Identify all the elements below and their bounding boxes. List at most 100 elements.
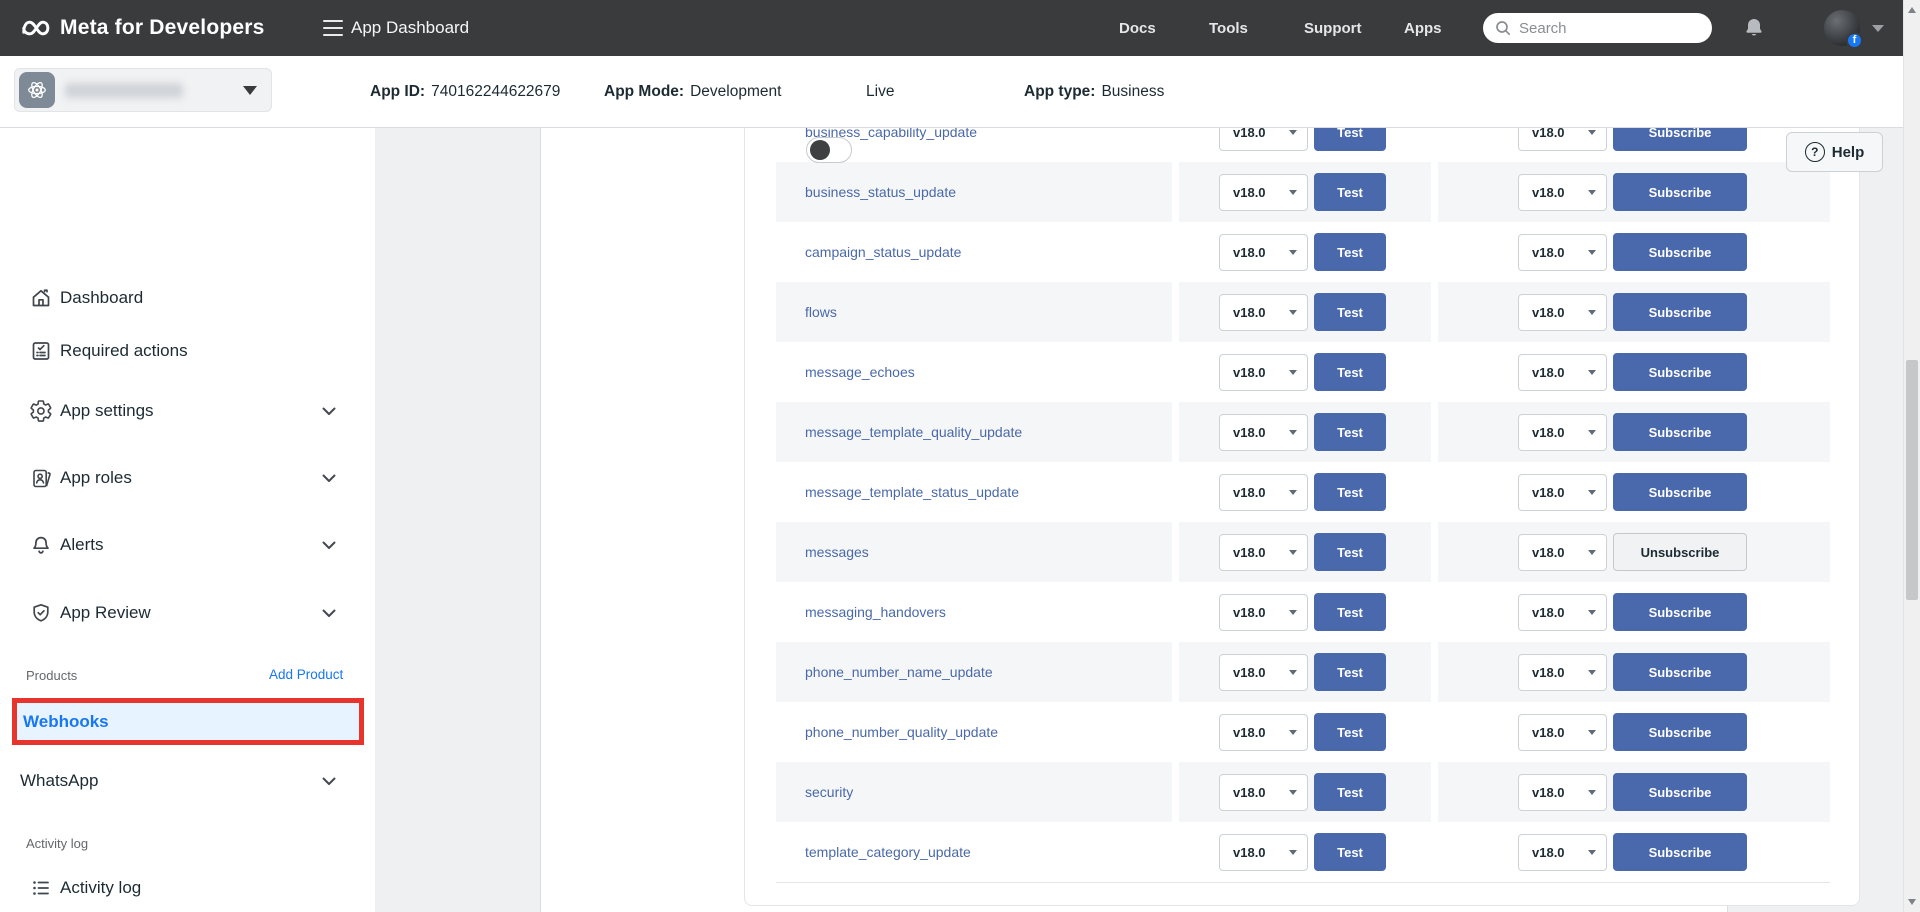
- webhook-field-link[interactable]: template_category_update: [805, 844, 971, 860]
- subscribe-button[interactable]: Subscribe: [1613, 413, 1747, 451]
- subscribe-version-dropdown[interactable]: v18.0: [1518, 354, 1607, 391]
- table-row: phone_number_name_updatev18.0Testv18.0Su…: [776, 642, 1830, 702]
- hamburger-menu-icon[interactable]: [323, 20, 343, 36]
- webhook-field-link[interactable]: messaging_handovers: [805, 604, 946, 620]
- subscribe-button[interactable]: Subscribe: [1613, 293, 1747, 331]
- nav-link-support[interactable]: Support: [1304, 0, 1362, 56]
- subscribe-button[interactable]: Subscribe: [1613, 773, 1747, 811]
- webhook-field-link[interactable]: phone_number_quality_update: [805, 724, 998, 740]
- subscription-cell: v18.0Subscribe: [1438, 702, 1830, 762]
- search-box[interactable]: [1483, 13, 1712, 43]
- subscribe-button[interactable]: Subscribe: [1613, 173, 1747, 211]
- version-value: v18.0: [1233, 545, 1266, 560]
- test-button[interactable]: Test: [1314, 773, 1386, 811]
- webhook-field-link[interactable]: message_echoes: [805, 364, 915, 380]
- caret-down-icon: [1289, 310, 1297, 315]
- subscribe-button[interactable]: Subscribe: [1613, 473, 1747, 511]
- subscribe-button[interactable]: Subscribe: [1613, 353, 1747, 391]
- test-button[interactable]: Test: [1314, 653, 1386, 691]
- help-button[interactable]: ? Help: [1786, 132, 1883, 172]
- version-value: v18.0: [1532, 365, 1565, 380]
- subscribe-button[interactable]: Subscribe: [1613, 233, 1747, 271]
- add-product-link[interactable]: Add Product: [269, 667, 343, 682]
- sidebar-item-webhooks-selected[interactable]: Webhooks: [12, 698, 364, 745]
- test-version-dropdown[interactable]: v18.0: [1219, 714, 1308, 751]
- subscribe-version-dropdown[interactable]: v18.0: [1518, 654, 1607, 691]
- subscribe-version-dropdown[interactable]: v18.0: [1518, 594, 1607, 631]
- subscribe-version-dropdown[interactable]: v18.0: [1518, 294, 1607, 331]
- nav-link-docs[interactable]: Docs: [1119, 0, 1156, 56]
- nav-link-apps[interactable]: Apps: [1404, 0, 1442, 56]
- meta-logo[interactable]: Meta for Developers: [20, 0, 265, 56]
- test-button[interactable]: Test: [1314, 128, 1386, 151]
- test-version-dropdown[interactable]: v18.0: [1219, 354, 1308, 391]
- nav-link-tools[interactable]: Tools: [1209, 0, 1248, 56]
- webhook-field-link[interactable]: security: [805, 784, 853, 800]
- test-version-dropdown[interactable]: v18.0: [1219, 594, 1308, 631]
- webhook-field-link[interactable]: messages: [805, 544, 869, 560]
- test-button[interactable]: Test: [1314, 713, 1386, 751]
- webhook-field-link[interactable]: message_template_status_update: [805, 484, 1019, 500]
- test-button[interactable]: Test: [1314, 413, 1386, 451]
- test-button[interactable]: Test: [1314, 473, 1386, 511]
- table-row: flowsv18.0Testv18.0Subscribe: [776, 282, 1830, 342]
- subscribe-button[interactable]: Subscribe: [1613, 593, 1747, 631]
- subscribe-version-dropdown[interactable]: v18.0: [1518, 128, 1607, 151]
- app-selector-dropdown[interactable]: [14, 68, 272, 112]
- search-input[interactable]: [1519, 20, 1689, 37]
- webhook-field-link[interactable]: flows: [805, 304, 837, 320]
- test-button[interactable]: Test: [1314, 593, 1386, 631]
- scrollbar-down-arrow-icon[interactable]: [1908, 899, 1916, 905]
- test-version-dropdown[interactable]: v18.0: [1219, 128, 1308, 151]
- test-button[interactable]: Test: [1314, 173, 1386, 211]
- sidebar-item-activity-log[interactable]: Activity log: [0, 864, 375, 912]
- notifications-bell-icon[interactable]: [1742, 16, 1766, 40]
- webhook-field-link[interactable]: business_status_update: [805, 184, 956, 200]
- webhook-field-link[interactable]: message_template_quality_update: [805, 424, 1022, 440]
- test-version-dropdown[interactable]: v18.0: [1219, 414, 1308, 451]
- sidebar-item-app-roles[interactable]: App roles: [0, 454, 375, 502]
- test-button[interactable]: Test: [1314, 533, 1386, 571]
- sidebar-item-required-actions[interactable]: Required actions: [0, 327, 375, 375]
- unsubscribe-button[interactable]: Unsubscribe: [1613, 533, 1747, 571]
- test-version-dropdown[interactable]: v18.0: [1219, 294, 1308, 331]
- subscribe-version-dropdown[interactable]: v18.0: [1518, 714, 1607, 751]
- test-version-dropdown[interactable]: v18.0: [1219, 534, 1308, 571]
- scrollbar-up-arrow-icon[interactable]: [1908, 7, 1916, 13]
- test-version-dropdown[interactable]: v18.0: [1219, 174, 1308, 211]
- app-mode-toggle[interactable]: [806, 137, 852, 163]
- account-menu-caret-icon[interactable]: [1872, 25, 1884, 32]
- caret-down-icon: [1289, 430, 1297, 435]
- subscribe-button[interactable]: Subscribe: [1613, 653, 1747, 691]
- subscribe-version-dropdown[interactable]: v18.0: [1518, 234, 1607, 271]
- test-version-dropdown[interactable]: v18.0: [1219, 234, 1308, 271]
- subscribe-button[interactable]: Subscribe: [1613, 833, 1747, 871]
- sidebar-item-whatsapp[interactable]: WhatsApp: [0, 757, 375, 805]
- webhook-field-link[interactable]: phone_number_name_update: [805, 664, 993, 680]
- test-button[interactable]: Test: [1314, 833, 1386, 871]
- subscribe-button[interactable]: Subscribe: [1613, 128, 1747, 151]
- window-scrollbar[interactable]: [1903, 0, 1920, 912]
- subscribe-version-dropdown[interactable]: v18.0: [1518, 174, 1607, 211]
- subscribe-version-dropdown[interactable]: v18.0: [1518, 834, 1607, 871]
- test-button[interactable]: Test: [1314, 293, 1386, 331]
- caret-down-icon: [1289, 790, 1297, 795]
- scrollbar-thumb[interactable]: [1906, 360, 1918, 600]
- subscribe-version-dropdown[interactable]: v18.0: [1518, 474, 1607, 511]
- test-version-dropdown[interactable]: v18.0: [1219, 834, 1308, 871]
- webhook-field-link[interactable]: campaign_status_update: [805, 244, 961, 260]
- test-version-dropdown[interactable]: v18.0: [1219, 654, 1308, 691]
- test-version-dropdown[interactable]: v18.0: [1219, 774, 1308, 811]
- sidebar-item-app-review[interactable]: App Review: [0, 589, 375, 637]
- subscribe-button[interactable]: Subscribe: [1613, 713, 1747, 751]
- sidebar-item-app-settings[interactable]: App settings: [0, 387, 375, 435]
- user-avatar[interactable]: f: [1824, 10, 1860, 46]
- test-version-dropdown[interactable]: v18.0: [1219, 474, 1308, 511]
- test-button[interactable]: Test: [1314, 353, 1386, 391]
- subscribe-version-dropdown[interactable]: v18.0: [1518, 774, 1607, 811]
- sidebar-item-dashboard[interactable]: Dashboard: [0, 274, 375, 322]
- sidebar-item-alerts[interactable]: Alerts: [0, 521, 375, 569]
- subscribe-version-dropdown[interactable]: v18.0: [1518, 414, 1607, 451]
- test-button[interactable]: Test: [1314, 233, 1386, 271]
- subscribe-version-dropdown[interactable]: v18.0: [1518, 534, 1607, 571]
